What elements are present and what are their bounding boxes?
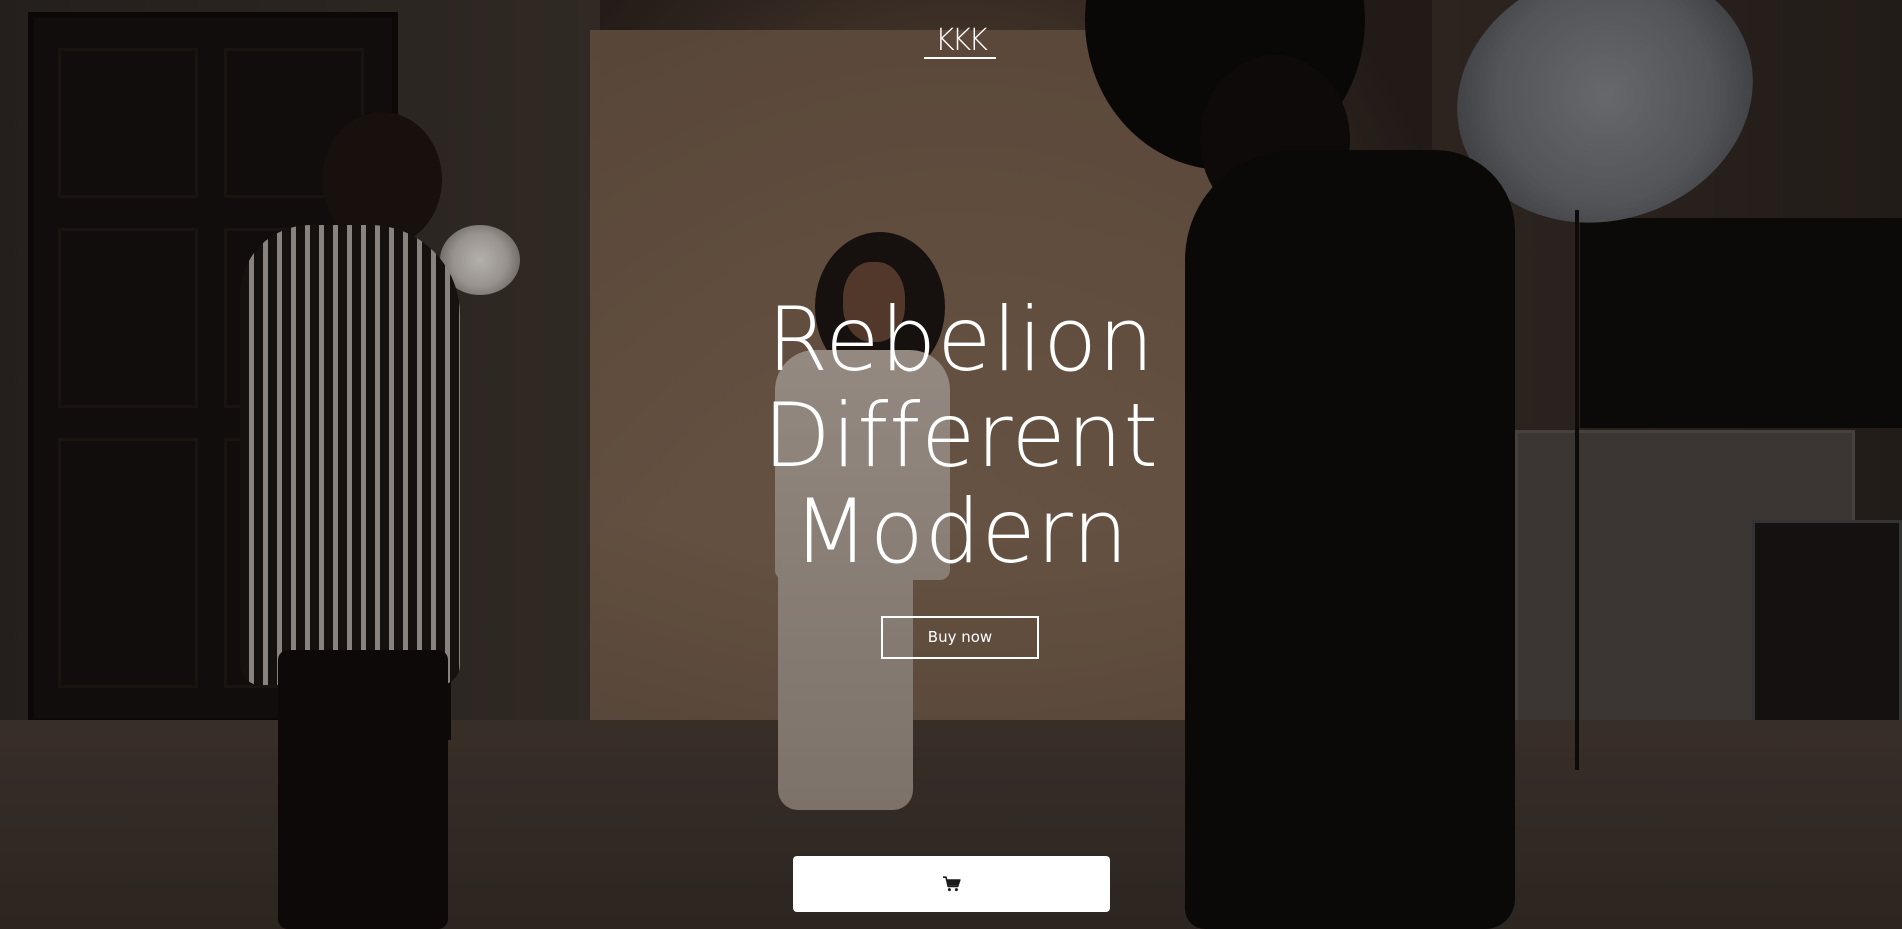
hero-section: KKK Rebelion Different Modern Buy now: [0, 0, 1902, 929]
shopping-cart-icon: [942, 876, 961, 892]
headline-line-2: Different: [763, 384, 1159, 487]
brand-logo-underline: [924, 57, 996, 59]
hero-headline: Rebelion Different Modern: [651, 292, 1271, 580]
buy-now-button[interactable]: Buy now: [881, 616, 1039, 659]
headline-line-3: Modern: [792, 480, 1130, 583]
cart-button[interactable]: [793, 856, 1110, 912]
brand-logo[interactable]: KKK: [920, 24, 1000, 58]
headline-line-1: Rebelion: [767, 288, 1155, 391]
